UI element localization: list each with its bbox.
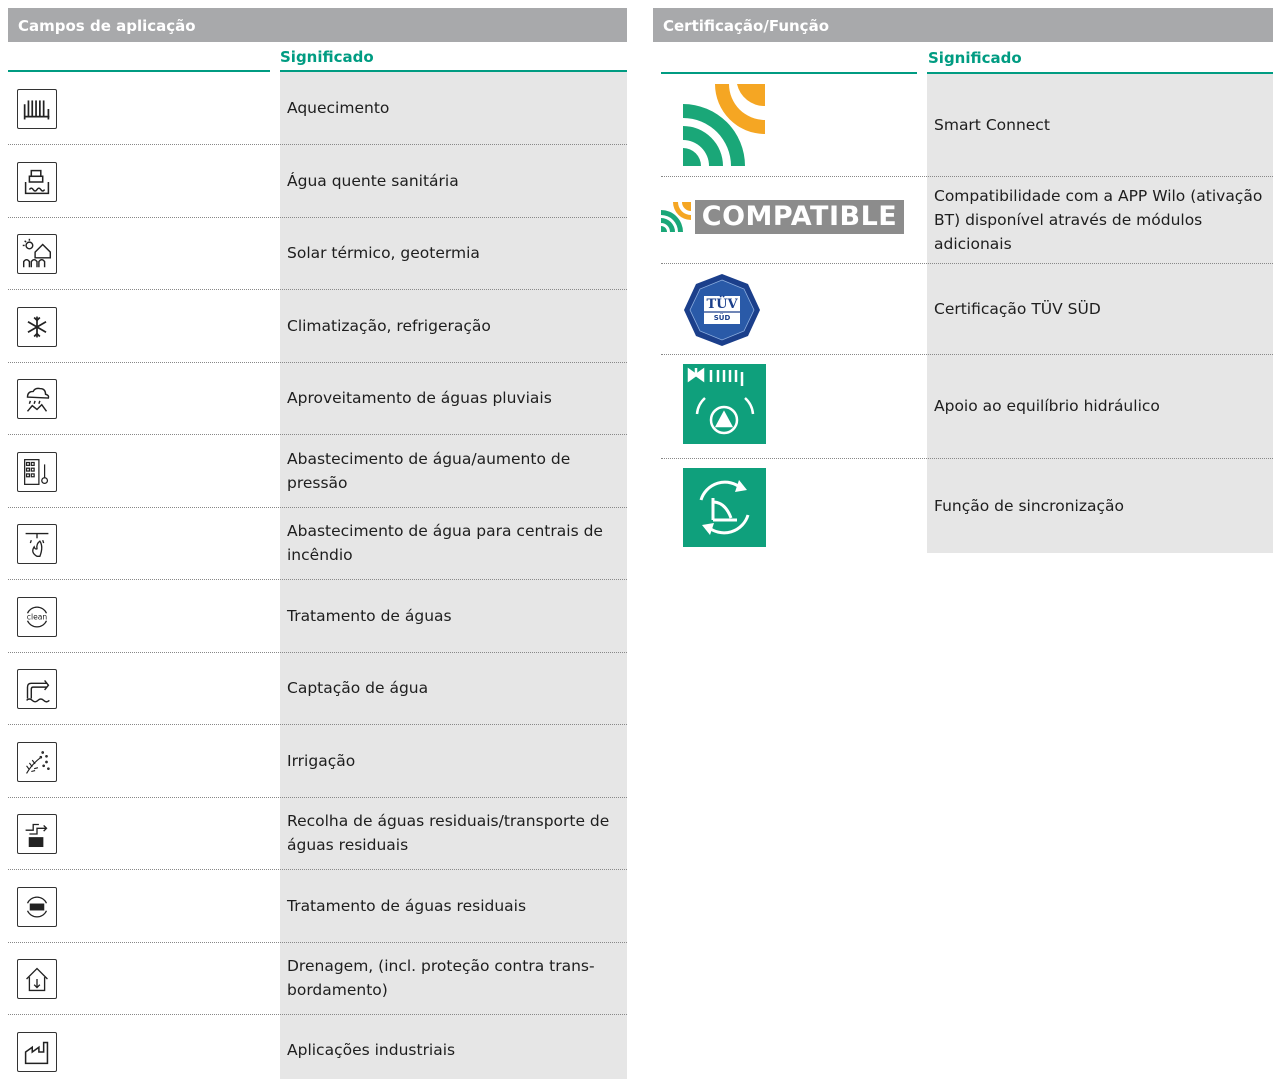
drainage-icon <box>17 959 57 999</box>
row-text: Tratamento de águas residuais <box>287 896 527 915</box>
irrigation-icon <box>17 742 57 782</box>
row-text: Água quente sanitária <box>287 171 459 190</box>
left-column-header: Significado <box>280 48 374 66</box>
rain-icon <box>17 379 57 419</box>
sewage-icon <box>17 814 57 854</box>
wastewater-treatment-icon <box>17 887 57 927</box>
row-text: Abastecimento de água/aumento de pressão <box>287 449 571 492</box>
row-text: Smart Connect <box>934 116 1050 134</box>
row-text: Aplicações industriais <box>287 1041 456 1059</box>
row-text: Apoio ao equilíbrio hidráulico <box>934 397 1160 415</box>
row-text: Irrigação <box>287 751 356 770</box>
building-pressure-icon <box>17 452 57 492</box>
sync-function-icon <box>683 468 766 547</box>
snowflake-icon <box>17 307 57 347</box>
row-text: Aquecimento <box>287 99 390 117</box>
row-text: Compatibilidade com a APP Wilo (ativação… <box>934 186 1263 253</box>
fire-sprinkler-icon <box>17 524 57 564</box>
row-text: Solar térmico, geotermia <box>287 244 480 262</box>
row-text: Abastecimento de água para centrais de i… <box>287 522 603 564</box>
row-text: Tratamento de águas <box>287 606 452 625</box>
tuv-label: TÜV <box>706 297 738 312</box>
hydraulic-balance-icon <box>683 364 766 444</box>
smart-connect-icon <box>683 84 765 166</box>
tuv-sud-seal: TÜV SÜD <box>682 272 762 348</box>
right-icon-col-line <box>661 72 917 74</box>
tuv-sub-label: SÜD <box>713 314 731 322</box>
water-intake-icon <box>17 669 57 709</box>
left-icon-col-line <box>8 70 270 72</box>
radiator-icon <box>17 89 57 129</box>
compatible-logo: COMPATIBLE <box>661 200 904 234</box>
left-panel-header: Campos de aplicação <box>8 8 627 42</box>
hot-water-icon <box>17 162 57 202</box>
row-text: Aproveitamento de águas pluviais <box>287 389 552 407</box>
row-text: Captação de água <box>287 679 429 697</box>
clean-water-icon: clean <box>17 597 57 637</box>
row-text: Função de sincronização <box>934 496 1124 515</box>
row-text: Certificação TÜV SÜD <box>934 299 1101 318</box>
factory-icon <box>17 1032 57 1072</box>
solar-geothermal-icon <box>17 234 57 274</box>
right-column-header: Significado <box>928 49 1022 67</box>
svg-text:clean: clean <box>27 612 48 621</box>
row-text: Drenagem, (incl. proteção contra trans­b… <box>287 957 595 999</box>
row-text: Recolha de águas residuais/transporte de… <box>287 812 610 854</box>
row-text: Climatização, refrigeração <box>287 316 491 335</box>
compatible-badge: COMPATIBLE <box>695 200 904 234</box>
right-panel-header: Certificação/Função <box>653 8 1273 42</box>
